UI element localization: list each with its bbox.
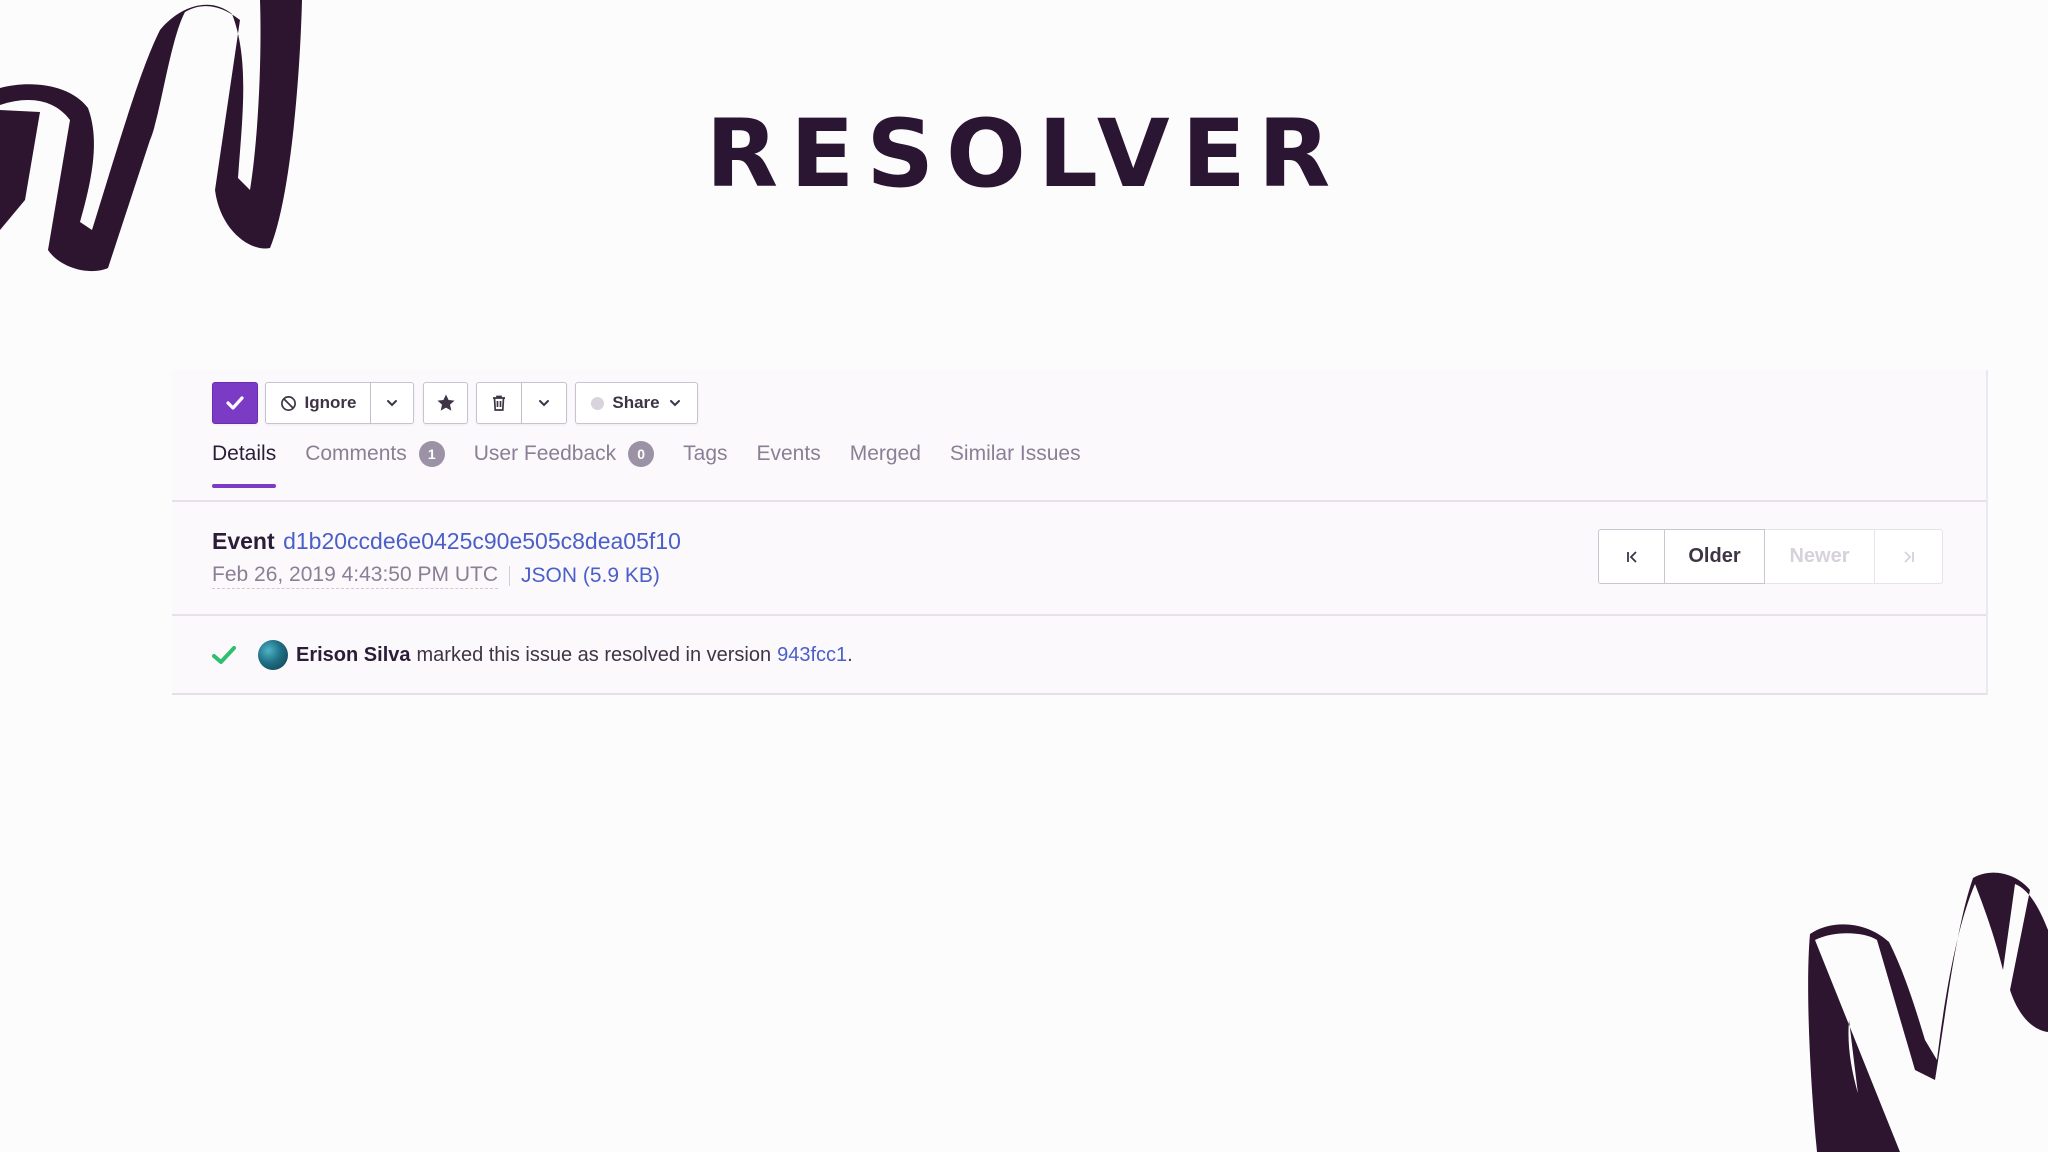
delete-button[interactable] (476, 382, 522, 424)
chevron-down-icon (539, 400, 549, 407)
newer-event-button[interactable]: Newer (1765, 529, 1875, 584)
tab-tags[interactable]: Tags (683, 442, 727, 482)
ignore-label: Ignore (304, 393, 357, 412)
tab-comments[interactable]: Comments 1 (305, 441, 445, 482)
avatar (258, 640, 288, 670)
first-page-icon (1626, 550, 1637, 563)
json-link[interactable]: JSON (5.9 KB) (521, 564, 660, 588)
resolution-activity: Erison Silva marked this issue as resolv… (212, 640, 853, 670)
share-button[interactable]: Share (575, 382, 698, 424)
ignore-dropdown-button[interactable] (371, 382, 414, 424)
tab-user-feedback[interactable]: User Feedback 0 (474, 441, 655, 482)
section-divider (172, 614, 1986, 616)
ignore-button[interactable]: Ignore (265, 382, 371, 424)
star-icon (437, 394, 454, 411)
older-event-button[interactable]: Older (1665, 529, 1765, 584)
event-pager: Older Newer (1598, 529, 1943, 584)
tabs-divider (172, 500, 1986, 502)
chevron-down-icon (387, 400, 397, 407)
resolved-check-icon (212, 646, 236, 664)
resolve-button[interactable] (212, 382, 258, 424)
oldest-event-button[interactable] (1598, 529, 1665, 584)
activity-user: Erison Silva (296, 643, 411, 666)
no-entry-icon (280, 395, 296, 411)
event-id-link[interactable]: d1b20ccde6e0425c90e505c8dea05f10 (283, 528, 681, 554)
delete-dropdown-button[interactable] (522, 382, 567, 424)
brush-stroke-bottom-right (1808, 872, 2048, 1152)
slide-title: RESOLVER (705, 100, 1343, 209)
event-header: Event d1b20ccde6e0425c90e505c8dea05f10 F… (212, 528, 681, 589)
tab-details[interactable]: Details (212, 442, 277, 488)
event-label: Event (212, 528, 275, 554)
last-page-icon (1903, 550, 1914, 563)
event-date: Feb 26, 2019 4:43:50 PM UTC (212, 563, 498, 589)
trash-icon (493, 395, 505, 411)
comments-count-badge: 1 (418, 441, 445, 467)
slide: RESOLVER Ignore Share Details Comments 1… (0, 0, 2048, 1152)
activity-text: marked this issue as resolved in version (416, 643, 772, 666)
newest-event-button[interactable] (1875, 529, 1943, 584)
tab-events[interactable]: Events (757, 442, 821, 482)
chevron-down-icon (669, 400, 680, 407)
share-status-dot (591, 396, 605, 410)
issue-tabs: Details Comments 1 User Feedback 0 Tags … (212, 441, 1110, 488)
version-link[interactable]: 943fcc1 (777, 644, 847, 667)
activity-period: . (847, 643, 853, 666)
meta-separator (509, 566, 510, 586)
feedback-count-badge: 0 (628, 441, 655, 467)
share-label: Share (612, 393, 660, 412)
bookmark-button[interactable] (423, 382, 468, 424)
issue-panel: Ignore Share Details Comments 1 User Fee… (172, 370, 1988, 695)
tab-merged[interactable]: Merged (850, 442, 921, 482)
check-icon (226, 396, 244, 410)
tab-similar-issues[interactable]: Similar Issues (950, 442, 1081, 482)
